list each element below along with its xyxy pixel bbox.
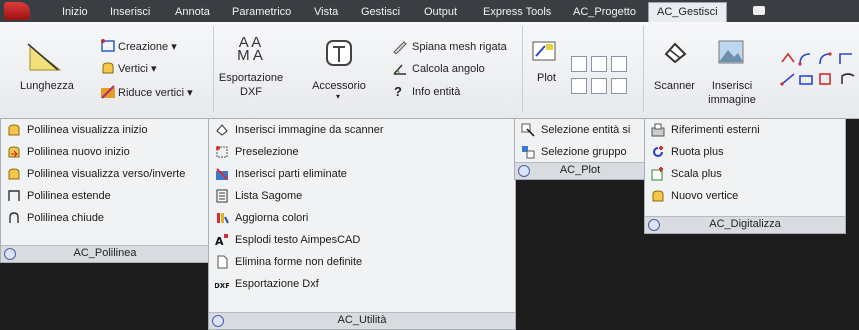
application-menu-button[interactable] (4, 2, 30, 20)
calcola-angolo-icon (393, 64, 406, 75)
panel-footer-digitalizza: AC_Digitalizza (645, 216, 845, 233)
plot-button[interactable]: Plot (537, 72, 556, 84)
parti-eliminate-icon (216, 168, 228, 180)
accessorio-icon (326, 40, 352, 66)
polilinea-nuovo-icon (8, 146, 20, 158)
vertici-icon (102, 62, 114, 74)
tab-gestisci[interactable]: Gestisci (361, 3, 400, 22)
riferimenti-esterni-icon (651, 123, 665, 137)
tab-parametrico[interactable]: Parametrico (232, 3, 291, 22)
inserisci-immagine-label-2: immagine (708, 94, 756, 106)
inserisci-immagine-button[interactable]: Inserisci (702, 80, 762, 92)
scanner-icon (664, 42, 687, 64)
esportazione-dxf-label-2: DXF (240, 86, 262, 98)
panel-ac-polilinea: Polilinea visualizza inizio Polilinea nu… (0, 118, 210, 263)
panel-footer-plot: AC_Plot (515, 162, 645, 179)
lunghezza-icon (27, 43, 62, 71)
lista-sagome-icon (216, 189, 228, 203)
lunghezza-button[interactable]: Lunghezza (20, 80, 74, 92)
selezione-entita-icon (521, 123, 535, 137)
dxf-icon: DXF (215, 282, 229, 290)
ruota-plus-icon (653, 146, 663, 157)
plot-small-button-4[interactable] (571, 78, 587, 94)
panel-ac-utilita: Inserisci immagine da scanner Preselezio… (208, 118, 516, 330)
inserisci-immagine-icon (718, 40, 744, 64)
info-entita-icon: ? (394, 84, 402, 99)
preselezione-icon (216, 146, 228, 158)
elimina-forme-icon (217, 255, 228, 269)
creazione-dropdown[interactable]: Creazione ▾ (118, 40, 177, 53)
spiana-mesh-icon (393, 41, 407, 54)
calcola-angolo-button[interactable]: Calcola angolo (412, 63, 485, 75)
esportazione-dxf-icon: A A M A (237, 34, 263, 64)
panel-footer-utilita: AC_Utilità (209, 312, 515, 329)
nuovo-vertice-icon (652, 190, 664, 202)
scala-plus-icon (651, 167, 663, 181)
plot-small-button-1[interactable] (571, 56, 587, 72)
plot-small-button-2[interactable] (591, 56, 607, 72)
panel-ac-plot: Selezione entità si Selezione gruppo AC_… (514, 118, 646, 180)
spiana-mesh-rigata-button[interactable]: Spiana mesh rigata (412, 41, 507, 53)
aggiorna-colori-icon (217, 213, 229, 224)
vertici-dropdown[interactable]: Vertici ▾ (118, 62, 157, 75)
creazione-icon (101, 39, 115, 52)
polilinea-verso-icon (8, 168, 20, 180)
svg-text:DXF: DXF (215, 282, 229, 290)
digitalizza-tools-icons[interactable] (778, 50, 859, 90)
tab-inizio[interactable]: Inizio (62, 3, 88, 22)
plot-small-button-6[interactable] (611, 78, 627, 94)
scanner-small-icon (216, 124, 228, 136)
tab-ac-gestisci[interactable]: AC_Gestisci (648, 2, 727, 23)
accessorio-chevron-icon[interactable]: ▾ (336, 92, 340, 101)
esplodi-testo-icon: A (215, 234, 228, 247)
tab-vista[interactable]: Vista (314, 3, 338, 22)
accessorio-button[interactable]: Accessorio (304, 80, 374, 92)
riduce-vertici-dropdown[interactable]: Riduce vertici ▾ (118, 86, 193, 99)
polilinea-estende-icon (8, 190, 20, 201)
polilinea-chiude-icon (9, 212, 19, 223)
tab-output[interactable]: Output (424, 3, 457, 22)
panel-footer-polilinea: AC_Polilinea (1, 245, 209, 262)
plot-small-button-3[interactable] (611, 56, 627, 72)
tab-annota[interactable]: Annota (175, 3, 210, 22)
riduce-vertici-icon (101, 85, 115, 99)
selezione-gruppo-icon (522, 146, 535, 159)
tab-ac-progetto[interactable]: AC_Progetto (573, 3, 636, 22)
plot-small-button-5[interactable] (591, 78, 607, 94)
polilinea-inizio-icon (8, 124, 20, 136)
info-entita-button[interactable]: Info entità (412, 86, 460, 98)
esportazione-dxf-button[interactable]: Esportazione (216, 72, 286, 84)
panel-ac-digitalizza: Riferimenti esterni Ruota plus Scala plu… (644, 118, 846, 234)
minimize-ribbon-icon[interactable] (753, 6, 765, 15)
tab-inserisci[interactable]: Inserisci (110, 3, 150, 22)
svg-text:A: A (215, 235, 224, 247)
plot-icon (532, 41, 556, 61)
scanner-button[interactable]: Scanner (654, 80, 695, 92)
tab-express-tools[interactable]: Express Tools (483, 3, 551, 22)
